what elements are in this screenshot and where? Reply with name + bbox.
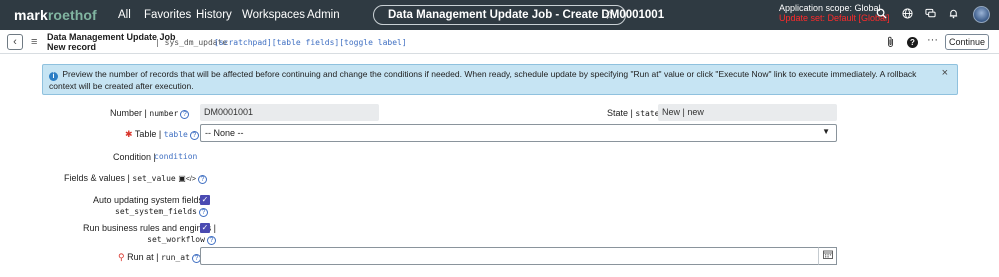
auto-update-field-name: set_system_fields (115, 207, 197, 216)
fields-values-label-text: Fields & values | (64, 173, 130, 183)
fields-values-field-name: set_value (132, 174, 176, 183)
update-set-text: Update set: Default [Global] (779, 13, 890, 23)
table-select-value: -- None -- (205, 128, 244, 138)
condition-label: Condition | (113, 152, 156, 162)
condition-field-name[interactable]: condition (154, 152, 197, 161)
run-rules-label: Run business rules and engines | set_wor… (83, 223, 216, 245)
context-menu-icon[interactable]: ≡ (31, 36, 37, 48)
table-label-text: Table | (134, 129, 162, 139)
run-rules-field-name: set_workflow (147, 235, 205, 244)
nav-admin[interactable]: Admin (307, 9, 340, 21)
nav-workspaces[interactable]: Workspaces (242, 9, 305, 21)
nav-history[interactable]: History (196, 9, 232, 21)
table-select[interactable]: -- None -- ▼ (200, 124, 837, 142)
developer-links[interactable]: [scratchpad][table fields][toggle label] (214, 38, 407, 47)
run-at-label: ⚲ Run at | run_at? (118, 252, 201, 263)
info-icon: i (49, 72, 58, 81)
number-field: DM0001001 (200, 104, 379, 121)
application-scope-text: Application scope: Global (779, 3, 881, 13)
search-icon[interactable] (874, 8, 888, 22)
application-scope-picker[interactable]: Application scope: Global Update set: De… (779, 3, 890, 23)
globe-icon[interactable] (900, 8, 914, 22)
help-icon[interactable]: ? (907, 37, 918, 48)
table-label: ✱ Table | table? (125, 129, 199, 140)
fields-values-label: Fields & values | set_value ▣</>? (64, 173, 207, 184)
state-field-name: state (635, 109, 660, 118)
auto-update-label: Auto updating system fields | set_system… (93, 195, 208, 217)
record-title: Data Management Update Job - Create DM00… (388, 9, 665, 21)
brand-logo[interactable]: markroethof (14, 7, 97, 23)
chat-icon[interactable] (923, 8, 937, 22)
caret-down-icon: ▼ (822, 127, 830, 136)
form-header: ‹ ≡ Data Management Update Job New recor… (0, 30, 999, 54)
help-question-icon[interactable]: ? (206, 236, 216, 245)
user-avatar[interactable] (973, 6, 990, 23)
nav-all[interactable]: All (118, 9, 131, 21)
table-field-name: table (163, 130, 188, 139)
save-icon[interactable]: ▣ (178, 174, 186, 183)
number-field-name: number (149, 109, 179, 118)
code-icon[interactable]: </> (186, 176, 196, 183)
info-message-banner: i Preview the number of records that wil… (42, 64, 958, 95)
state-label: State | state (607, 108, 659, 118)
run-at-input[interactable] (200, 247, 837, 265)
run-at-field-name: run_at (160, 253, 190, 262)
help-question-icon[interactable]: ? (180, 110, 190, 119)
calendar-icon[interactable] (818, 247, 837, 265)
checkmark-icon: ✓ (201, 195, 209, 204)
back-button[interactable]: ‹ (7, 34, 23, 50)
state-label-text: State | (607, 108, 633, 118)
help-question-icon[interactable]: ? (197, 175, 207, 184)
checkmark-icon: ✓ (201, 223, 209, 232)
location-pin-icon: ⚲ (118, 252, 125, 262)
nav-favorites[interactable]: Favorites (144, 9, 191, 21)
help-question-icon[interactable]: ? (189, 131, 199, 140)
favorite-star-icon[interactable]: ☆ (604, 8, 615, 22)
bell-icon[interactable] (946, 8, 960, 22)
run-at-label-text: Run at | (127, 252, 159, 262)
run-rules-checkbox[interactable]: ✓ (200, 223, 210, 233)
continue-button[interactable]: Continue (945, 34, 989, 50)
close-icon[interactable]: × (942, 68, 948, 79)
help-question-icon[interactable]: ? (198, 208, 208, 217)
number-label-text: Number | (110, 108, 147, 118)
top-navigation-bar: markroethof All Favorites History Worksp… (0, 0, 999, 30)
brand-text-primary: mark (14, 7, 48, 23)
brand-text-accent: roethof (47, 7, 97, 23)
record-title-pill: Data Management Update Job - Create DM00… (373, 5, 664, 25)
more-options-icon[interactable]: ··· (927, 34, 938, 46)
required-asterisk-icon: ✱ (125, 129, 133, 139)
auto-update-checkbox[interactable]: ✓ (200, 195, 210, 205)
info-message-text: Preview the number of records that will … (49, 69, 917, 91)
run-rules-label-text: Run business rules and engines | (83, 223, 216, 233)
state-field: New | new (658, 104, 837, 121)
number-label: Number | number? (110, 108, 190, 119)
attachment-icon[interactable] (886, 36, 895, 51)
auto-update-label-text: Auto updating system fields | (93, 195, 208, 205)
chevron-left-icon: ‹ (13, 36, 17, 48)
